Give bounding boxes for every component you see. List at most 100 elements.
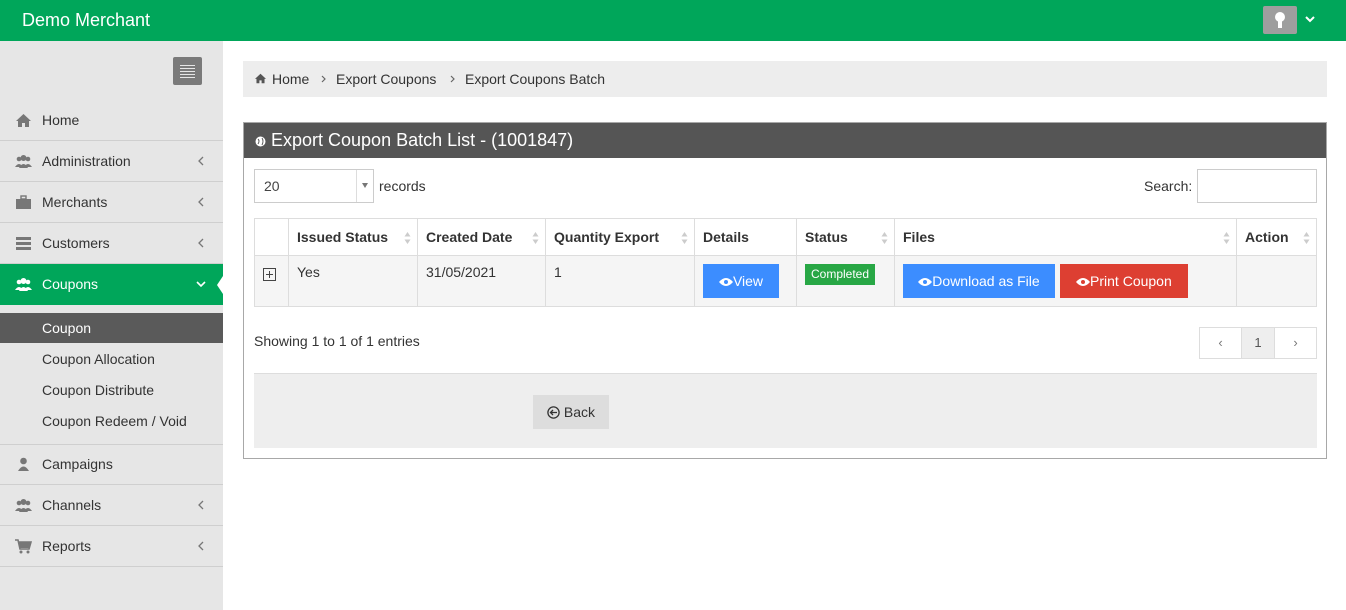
breadcrumb-export-coupons[interactable]: Export Coupons xyxy=(336,61,436,97)
expand-row-icon[interactable] xyxy=(263,268,276,281)
sort-icon xyxy=(1303,232,1310,244)
records-label: records xyxy=(379,178,426,194)
table-row: Yes 31/05/2021 1 View Completed Download… xyxy=(254,255,1317,307)
chevron-left-icon xyxy=(198,197,204,207)
chevron-right-icon xyxy=(450,75,455,83)
eye-icon xyxy=(1076,278,1091,286)
status-badge: Completed xyxy=(805,264,876,285)
back-button[interactable]: Back xyxy=(533,395,609,429)
pagination-page-1[interactable]: 1 xyxy=(1241,328,1275,358)
sidebar-item-label: Reports xyxy=(42,538,92,554)
sidebar-item-campaigns[interactable]: Campaigns xyxy=(0,444,223,485)
pagination: ‹ 1 › xyxy=(1199,327,1317,359)
briefcase-icon xyxy=(16,195,31,209)
sidebar-item-label: Customers xyxy=(42,235,110,251)
page-length-select[interactable]: 20 xyxy=(254,169,374,203)
users-icon xyxy=(15,499,32,512)
sidebar-item-label: Campaigns xyxy=(42,456,113,472)
files-cell: Download as File Print Coupon xyxy=(894,255,1237,307)
user-avatar[interactable] xyxy=(1263,6,1297,34)
caret-down-icon xyxy=(362,183,368,188)
table-info: Showing 1 to 1 of 1 entries xyxy=(254,333,420,349)
arrow-circle-left-icon xyxy=(547,406,560,419)
list-icon xyxy=(16,237,31,250)
view-button[interactable]: View xyxy=(703,264,779,298)
eye-icon xyxy=(918,278,933,286)
sort-icon xyxy=(404,232,411,244)
batch-list-panel: Export Coupon Batch List - (1001847) 20 … xyxy=(243,122,1327,459)
chevron-left-icon xyxy=(198,500,204,510)
page-length-value: 20 xyxy=(264,178,280,194)
users-icon xyxy=(15,155,32,168)
chevron-left-icon xyxy=(198,238,204,248)
sort-icon xyxy=(532,232,539,244)
created-date-cell: 31/05/2021 xyxy=(417,255,546,307)
sidebar-subitem-coupon-distribute[interactable]: Coupon Distribute xyxy=(0,375,223,405)
search-label: Search: xyxy=(1144,178,1193,194)
sidebar-item-label: Merchants xyxy=(42,194,108,210)
chevron-right-icon xyxy=(321,75,326,83)
hamburger-icon xyxy=(180,65,195,66)
sidebar-item-label: Administration xyxy=(42,153,131,169)
sidebar-item-home[interactable]: Home xyxy=(0,100,223,141)
sidebar-item-label: Home xyxy=(42,112,80,128)
sidebar-subitem-coupon-allocation[interactable]: Coupon Allocation xyxy=(0,344,223,374)
expand-cell xyxy=(254,255,289,307)
chevron-left-icon xyxy=(198,541,204,551)
column-header-issued-status[interactable]: Issued Status xyxy=(288,218,418,256)
cart-icon xyxy=(15,539,32,554)
column-header-quantity-export[interactable]: Quantity Export xyxy=(545,218,695,256)
top-bar: Demo Merchant xyxy=(0,0,1346,41)
sidebar-item-label: Coupons xyxy=(42,276,99,292)
globe-icon xyxy=(255,136,266,147)
eye-icon xyxy=(718,278,733,286)
details-cell: View xyxy=(694,255,797,307)
sidebar-item-channels[interactable]: Channels xyxy=(0,485,223,526)
action-cell xyxy=(1236,255,1317,307)
pagination-prev[interactable]: ‹ xyxy=(1200,328,1241,358)
sidebar-toggle-button[interactable] xyxy=(173,57,202,85)
user-silhouette-icon xyxy=(1275,12,1285,28)
panel-header: Export Coupon Batch List - (1001847) xyxy=(244,123,1326,158)
home-icon xyxy=(16,114,31,127)
sidebar: Home Administration Merchants Customers … xyxy=(0,41,223,610)
chevron-left-icon xyxy=(198,156,204,166)
sidebar-item-merchants[interactable]: Merchants xyxy=(0,182,223,223)
column-header-created-date[interactable]: Created Date xyxy=(417,218,546,256)
sidebar-subitem-coupon[interactable]: Coupon xyxy=(0,313,223,343)
column-header-status[interactable]: Status xyxy=(796,218,895,256)
breadcrumb-current: Export Coupons Batch xyxy=(465,71,606,87)
print-coupon-button[interactable]: Print Coupon xyxy=(1059,264,1188,298)
users-icon xyxy=(15,278,32,291)
sidebar-subitem-coupon-redeem-void[interactable]: Coupon Redeem / Void xyxy=(0,406,223,436)
column-header-files[interactable]: Files xyxy=(894,218,1237,256)
panel-title: Export Coupon Batch List - (1001847) xyxy=(271,130,574,150)
sort-icon xyxy=(1223,232,1230,244)
sidebar-item-label: Channels xyxy=(42,497,102,513)
column-header-action[interactable]: Action xyxy=(1236,218,1317,256)
coupons-submenu: Coupon Coupon Allocation Coupon Distribu… xyxy=(0,313,223,445)
sort-icon xyxy=(881,232,888,244)
batch-table: Issued Status Created Date Quantity Expo… xyxy=(254,218,1317,307)
search-input[interactable] xyxy=(1197,169,1317,203)
sidebar-item-coupons[interactable]: Coupons xyxy=(0,264,223,305)
sidebar-item-reports[interactable]: Reports xyxy=(0,526,223,567)
status-cell: Completed xyxy=(796,255,895,307)
table-header-row: Issued Status Created Date Quantity Expo… xyxy=(254,218,1317,256)
download-as-file-button[interactable]: Download as File xyxy=(903,264,1055,298)
user-icon xyxy=(18,457,29,471)
sidebar-item-administration[interactable]: Administration xyxy=(0,141,223,182)
app-title[interactable]: Demo Merchant xyxy=(22,0,150,41)
home-icon xyxy=(255,73,266,84)
sidebar-item-customers[interactable]: Customers xyxy=(0,223,223,264)
quantity-export-cell: 1 xyxy=(545,255,695,307)
breadcrumb-home[interactable]: Home xyxy=(272,61,309,97)
pagination-next[interactable]: › xyxy=(1275,328,1316,358)
breadcrumb: Home Export Coupons Export Coupons Batch xyxy=(243,61,1327,97)
chevron-down-icon[interactable] xyxy=(1303,12,1317,26)
sort-icon xyxy=(681,232,688,244)
panel-footer: Back xyxy=(254,373,1317,448)
issued-status-cell: Yes xyxy=(288,255,418,307)
chevron-down-icon xyxy=(196,281,206,288)
column-header-expand xyxy=(254,218,289,256)
